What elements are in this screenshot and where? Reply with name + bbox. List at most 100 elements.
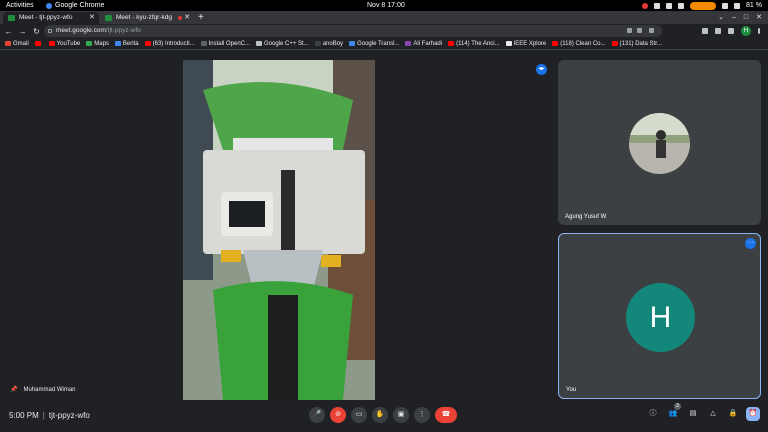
record-indicator-icon (642, 2, 649, 9)
reload-icon[interactable]: ↻ (31, 27, 42, 36)
bookmark-item[interactable]: (63) Introducti... (144, 41, 195, 47)
battery-level: 81 % (746, 2, 762, 9)
raise-hand-button[interactable]: ✋ (372, 407, 388, 423)
tab-title: Meet - kyu-zfqr-kdg (116, 14, 172, 21)
volume-icon (734, 2, 741, 9)
participant-count-badge: 3 (674, 403, 681, 410)
meet-favicon-icon (105, 15, 112, 21)
alarm-icon[interactable]: ⏰ (746, 407, 760, 421)
maximize-icon[interactable]: □ (744, 11, 748, 24)
presenter-video[interactable] (183, 60, 375, 400)
browser-toolbar: ← → ↻ meet.google.com/tjt-ppyz-wfo H (0, 24, 768, 38)
new-tab-button[interactable]: + (198, 11, 204, 24)
present-button[interactable]: ▣ (393, 407, 409, 423)
more-options-button[interactable]: ⋮ (414, 407, 430, 423)
captions-button[interactable]: ▭ (351, 407, 367, 423)
telegram-icon (678, 2, 685, 9)
profile-avatar[interactable]: H (741, 26, 751, 36)
screen-share-indicator[interactable] (690, 1, 717, 10)
activities-icon[interactable]: △ (706, 407, 720, 421)
minimize-icon[interactable]: – (732, 11, 736, 24)
more-options-icon[interactable]: ··· (745, 238, 756, 249)
bookmark-item[interactable] (34, 41, 43, 46)
host-controls-icon[interactable]: 🔒 (726, 407, 740, 421)
bookmark-item[interactable]: Gmail (5, 41, 29, 47)
people-button[interactable]: 👥 3 (666, 403, 681, 421)
bookmark-label: (131) Data Str... (619, 40, 662, 47)
back-icon[interactable]: ← (3, 27, 14, 36)
bookmark-favicon-icon (448, 41, 455, 46)
media-control-icon[interactable] (715, 28, 721, 34)
bookmark-favicon-icon (405, 41, 412, 46)
window-close-icon[interactable]: ✕ (756, 11, 762, 24)
tab-search-icon[interactable]: ⌄ (718, 11, 724, 24)
meeting-controls-bar: 5:00 PM | tjt-ppyz-wfo 🎤 ⊘ ▭ ✋ ▣ ⋮ ☎ ⓘ 👥 3 … (0, 403, 768, 432)
bookmark-label: Berita (122, 40, 139, 47)
bookmarks-bar: Gmail YouTube Maps Berita (63) Introducti...… (0, 38, 768, 50)
side-panel-icon[interactable] (728, 28, 734, 34)
close-tab-icon[interactable]: ✕ (184, 12, 190, 24)
presenter-label: 📌 Muhammad Wiman (10, 386, 76, 394)
forward-icon[interactable]: → (17, 27, 28, 36)
bookmark-item[interactable]: Berita (114, 40, 139, 47)
app-tray-icon (666, 2, 673, 9)
bookmark-item[interactable]: YouTube (48, 40, 81, 47)
bookmark-item[interactable]: anoBoy (314, 40, 344, 47)
bookmark-favicon-icon (200, 41, 207, 46)
bookmark-item[interactable]: Google C++ St... (256, 41, 309, 47)
bookmark-favicon-icon (611, 41, 618, 46)
participant-name: You (566, 387, 577, 393)
system-tray[interactable]: 81 % (642, 0, 762, 11)
bookmark-label: (118) Clean Co... (560, 40, 606, 47)
bookmark-label: YouTube (56, 40, 81, 47)
bookmark-favicon-icon (314, 41, 321, 46)
self-tile[interactable]: H ··· You (558, 233, 761, 399)
chrome-menu-icon[interactable] (758, 28, 760, 34)
bookmark-favicon-icon (34, 41, 41, 46)
camera-in-use-icon[interactable] (627, 28, 632, 33)
leave-call-button[interactable]: ☎ (435, 407, 457, 423)
participant-name: Agung Yusuf W (565, 214, 607, 220)
lock-icon[interactable] (48, 29, 52, 33)
bookmark-favicon-icon (349, 41, 356, 46)
discord-icon (654, 2, 661, 9)
bookmark-item[interactable]: (131) Data Str... (611, 40, 662, 47)
share-icon[interactable] (637, 28, 642, 33)
clock[interactable]: Nov 8 17:00 (367, 0, 405, 11)
microphone-button[interactable]: 🎤 (309, 407, 325, 423)
bookmark-favicon-icon (505, 41, 512, 46)
avatar-photo-image (629, 113, 690, 174)
bookmark-favicon-icon (552, 41, 559, 46)
bookmark-item[interactable]: (114) The Anci... (448, 41, 500, 47)
close-tab-icon[interactable]: ✕ (89, 12, 95, 24)
bookmark-favicon-icon (114, 41, 121, 46)
camera-off-button[interactable]: ⊘ (330, 407, 346, 423)
bookmark-item[interactable]: Install OpenC... (200, 40, 250, 47)
bookmark-star-icon[interactable] (649, 28, 654, 33)
bookmark-item[interactable]: IEEE Xplore (505, 41, 546, 47)
pin-icon[interactable]: 📌 (10, 386, 17, 393)
meeting-details-icon[interactable]: ⓘ (646, 407, 660, 421)
bookmark-item[interactable]: (118) Clean Co... (552, 40, 606, 47)
url-host: meet.google.com (56, 27, 106, 34)
address-bar[interactable]: meet.google.com/tjt-ppyz-wfo (44, 25, 662, 37)
chrome-icon (46, 2, 52, 9)
activities-button[interactable]: Activities (6, 0, 34, 11)
chat-icon[interactable]: ▤ (686, 407, 700, 421)
bookmark-favicon-icon (256, 41, 262, 46)
bookmark-item[interactable]: Maps (86, 41, 109, 47)
meeting-time: 5:00 PM (9, 411, 39, 420)
extensions-icon[interactable] (702, 28, 708, 34)
bookmark-label: anoBoy (322, 40, 344, 47)
tab-strip: Meet - tjt-ppyz-wfo ✕ Meet - kyu-zfqr-kd… (0, 11, 768, 24)
tab-meet-active[interactable]: Meet - tjt-ppyz-wfo ✕ (3, 12, 99, 24)
meeting-info: 5:00 PM | tjt-ppyz-wfo (9, 411, 90, 420)
bookmark-item[interactable]: Ali Farhadi (405, 41, 442, 47)
network-icon (722, 2, 729, 9)
participant-tile[interactable]: Agung Yusuf W (558, 60, 761, 225)
bookmark-label: Install OpenC... (208, 40, 250, 47)
bookmark-item[interactable]: Google Transl... (349, 41, 399, 47)
unpin-icon[interactable]: ◂▸ (536, 64, 547, 75)
app-menu[interactable]: Google Chrome (46, 0, 104, 11)
tab-meet-second[interactable]: Meet - kyu-zfqr-kdg ✕ (100, 12, 194, 24)
